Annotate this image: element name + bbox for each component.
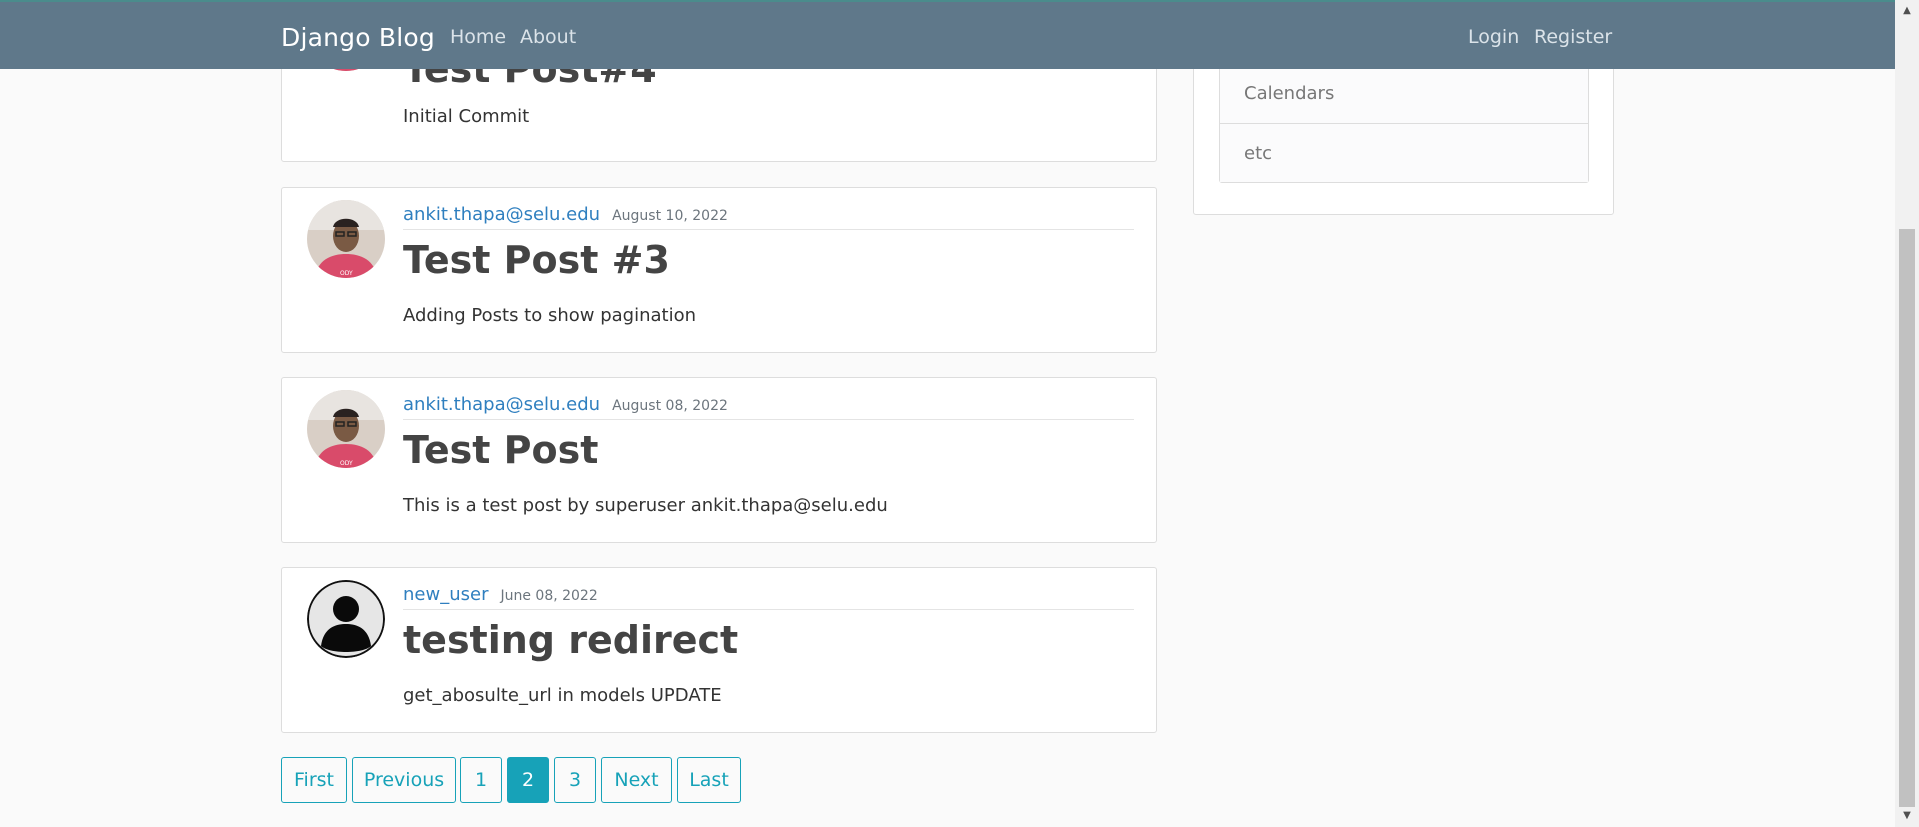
post-date: August 10, 2022 bbox=[612, 208, 728, 224]
post-content: This is a test post by superuser ankit.t… bbox=[403, 495, 888, 516]
nav-login-link[interactable]: Login bbox=[1468, 26, 1519, 48]
pagination-first[interactable]: First bbox=[281, 757, 347, 803]
scroll-down-arrow-icon[interactable]: ▼ bbox=[1895, 807, 1919, 825]
post-date: August 08, 2022 bbox=[612, 398, 728, 414]
post-date: June 08, 2022 bbox=[500, 588, 598, 604]
brand-link[interactable]: Django Blog bbox=[281, 23, 435, 52]
nav-register-link[interactable]: Register bbox=[1534, 26, 1612, 48]
sidebar-item-etc[interactable]: etc bbox=[1220, 123, 1588, 182]
svg-text:ODY: ODY bbox=[340, 270, 353, 277]
pagination-page-1[interactable]: 1 bbox=[460, 757, 502, 803]
sidebar-list: Calendars etc bbox=[1219, 63, 1589, 183]
pagination-previous[interactable]: Previous bbox=[352, 757, 456, 803]
post-card: ODY ankit.thapa@selu.edu August 10, 2022 … bbox=[281, 187, 1157, 353]
user-photo-avatar[interactable]: ODY bbox=[307, 200, 385, 278]
post-card: ODY ankit.thapa@selu.edu August 08, 2022 … bbox=[281, 377, 1157, 543]
post-title[interactable]: testing redirect bbox=[403, 618, 738, 662]
post-content: Initial Commit bbox=[403, 106, 530, 127]
sidebar-item-calendars[interactable]: Calendars bbox=[1220, 64, 1588, 123]
post-meta: new_user June 08, 2022 bbox=[403, 584, 1134, 610]
vertical-scrollbar[interactable]: ▲ ▼ bbox=[1895, 0, 1919, 827]
post-meta: ankit.thapa@selu.edu August 10, 2022 bbox=[403, 204, 1134, 230]
scroll-up-arrow-icon[interactable]: ▲ bbox=[1895, 2, 1919, 20]
pagination-next[interactable]: Next bbox=[601, 757, 672, 803]
pagination-last[interactable]: Last bbox=[677, 757, 741, 803]
nav-about-link[interactable]: About bbox=[520, 26, 576, 48]
pagination-page-2-active[interactable]: 2 bbox=[507, 757, 549, 803]
navbar: Django Blog Home About Login Register bbox=[0, 0, 1895, 69]
post-content: get_abosulte_url in models UPDATE bbox=[403, 685, 722, 706]
post-author-link[interactable]: new_user bbox=[403, 584, 488, 605]
default-user-silhouette-icon[interactable] bbox=[307, 580, 385, 658]
pagination-page-3[interactable]: 3 bbox=[554, 757, 596, 803]
post-title[interactable]: Test Post #3 bbox=[403, 238, 670, 282]
scrollbar-thumb[interactable] bbox=[1899, 229, 1915, 807]
user-photo-avatar[interactable]: ODY bbox=[307, 390, 385, 468]
post-title[interactable]: Test Post bbox=[403, 428, 598, 472]
nav-home-link[interactable]: Home bbox=[450, 26, 506, 48]
post-author-link[interactable]: ankit.thapa@selu.edu bbox=[403, 394, 600, 415]
post-content: Adding Posts to show pagination bbox=[403, 305, 697, 326]
svg-text:ODY: ODY bbox=[340, 460, 353, 467]
post-meta: ankit.thapa@selu.edu August 08, 2022 bbox=[403, 394, 1134, 420]
page: Calendars etc Test Post#4 Initial Commit bbox=[0, 0, 1919, 827]
post-author-link[interactable]: ankit.thapa@selu.edu bbox=[403, 204, 600, 225]
post-card: new_user June 08, 2022 testing redirect g… bbox=[281, 567, 1157, 733]
